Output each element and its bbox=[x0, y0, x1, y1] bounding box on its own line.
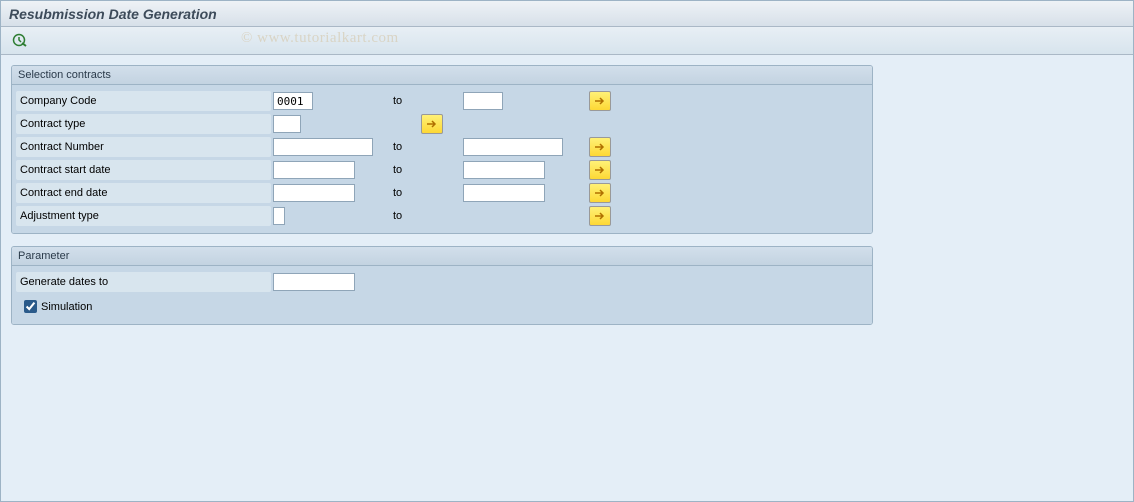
contract-number-multiselect-button[interactable] bbox=[589, 137, 611, 157]
clock-execute-icon bbox=[12, 33, 28, 49]
group-selection-contracts: Selection contracts Company Code to Cont… bbox=[11, 65, 873, 234]
adjustment-type-from-input[interactable] bbox=[273, 207, 285, 225]
watermark-text: © www.tutorialkart.com bbox=[241, 30, 399, 47]
label-contract-number: Contract Number bbox=[16, 137, 271, 157]
arrow-right-icon bbox=[426, 119, 438, 129]
content-area: Selection contracts Company Code to Cont… bbox=[1, 55, 1133, 501]
company-code-to-input[interactable] bbox=[463, 92, 503, 110]
label-contract-end: Contract end date bbox=[16, 183, 271, 203]
title-bar: Resubmission Date Generation bbox=[1, 1, 1133, 27]
label-adjustment-type: Adjustment type bbox=[16, 206, 271, 226]
company-code-multiselect-button[interactable] bbox=[589, 91, 611, 111]
label-contract-type: Contract type bbox=[16, 114, 271, 134]
row-contract-number: Contract Number to bbox=[16, 136, 868, 158]
to-label: to bbox=[383, 141, 463, 153]
row-generate-dates-to: Generate dates to bbox=[16, 271, 868, 293]
label-contract-start: Contract start date bbox=[16, 160, 271, 180]
adjustment-type-multiselect-button[interactable] bbox=[589, 206, 611, 226]
contract-end-from-input[interactable] bbox=[273, 184, 355, 202]
row-contract-end-date: Contract end date to bbox=[16, 182, 868, 204]
arrow-right-icon bbox=[594, 142, 606, 152]
group-header-selection: Selection contracts bbox=[12, 66, 872, 85]
simulation-checkbox[interactable] bbox=[24, 300, 37, 313]
group-header-parameter: Parameter bbox=[12, 247, 872, 266]
to-label: to bbox=[383, 164, 463, 176]
to-label: to bbox=[383, 210, 463, 222]
contract-number-to-input[interactable] bbox=[463, 138, 563, 156]
row-simulation: Simulation bbox=[16, 294, 868, 319]
generate-dates-to-input[interactable] bbox=[273, 273, 355, 291]
toolbar: © www.tutorialkart.com bbox=[1, 27, 1133, 55]
arrow-right-icon bbox=[594, 188, 606, 198]
contract-start-multiselect-button[interactable] bbox=[589, 160, 611, 180]
row-adjustment-type: Adjustment type to bbox=[16, 205, 868, 227]
group-body-parameter: Generate dates to Simulation bbox=[12, 266, 872, 324]
to-label: to bbox=[383, 187, 463, 199]
page-title: Resubmission Date Generation bbox=[9, 6, 217, 22]
row-contract-start-date: Contract start date to bbox=[16, 159, 868, 181]
execute-button[interactable] bbox=[9, 30, 31, 52]
contract-start-from-input[interactable] bbox=[273, 161, 355, 179]
app-window: Resubmission Date Generation © www.tutor… bbox=[0, 0, 1134, 502]
contract-end-to-input[interactable] bbox=[463, 184, 545, 202]
contract-type-input[interactable] bbox=[273, 115, 301, 133]
arrow-right-icon bbox=[594, 96, 606, 106]
row-company-code: Company Code to bbox=[16, 90, 868, 112]
contract-start-to-input[interactable] bbox=[463, 161, 545, 179]
arrow-right-icon bbox=[594, 211, 606, 221]
simulation-label: Simulation bbox=[41, 301, 92, 313]
row-contract-type: Contract type bbox=[16, 113, 868, 135]
label-generate-dates-to: Generate dates to bbox=[16, 272, 271, 292]
arrow-right-icon bbox=[594, 165, 606, 175]
label-company-code: Company Code bbox=[16, 91, 271, 111]
contract-type-multiselect-button[interactable] bbox=[421, 114, 443, 134]
group-body-selection: Company Code to Contract type Contract N… bbox=[12, 85, 872, 233]
company-code-from-input[interactable] bbox=[273, 92, 313, 110]
contract-end-multiselect-button[interactable] bbox=[589, 183, 611, 203]
group-parameter: Parameter Generate dates to Simulation bbox=[11, 246, 873, 325]
to-label: to bbox=[383, 95, 463, 107]
contract-number-from-input[interactable] bbox=[273, 138, 373, 156]
